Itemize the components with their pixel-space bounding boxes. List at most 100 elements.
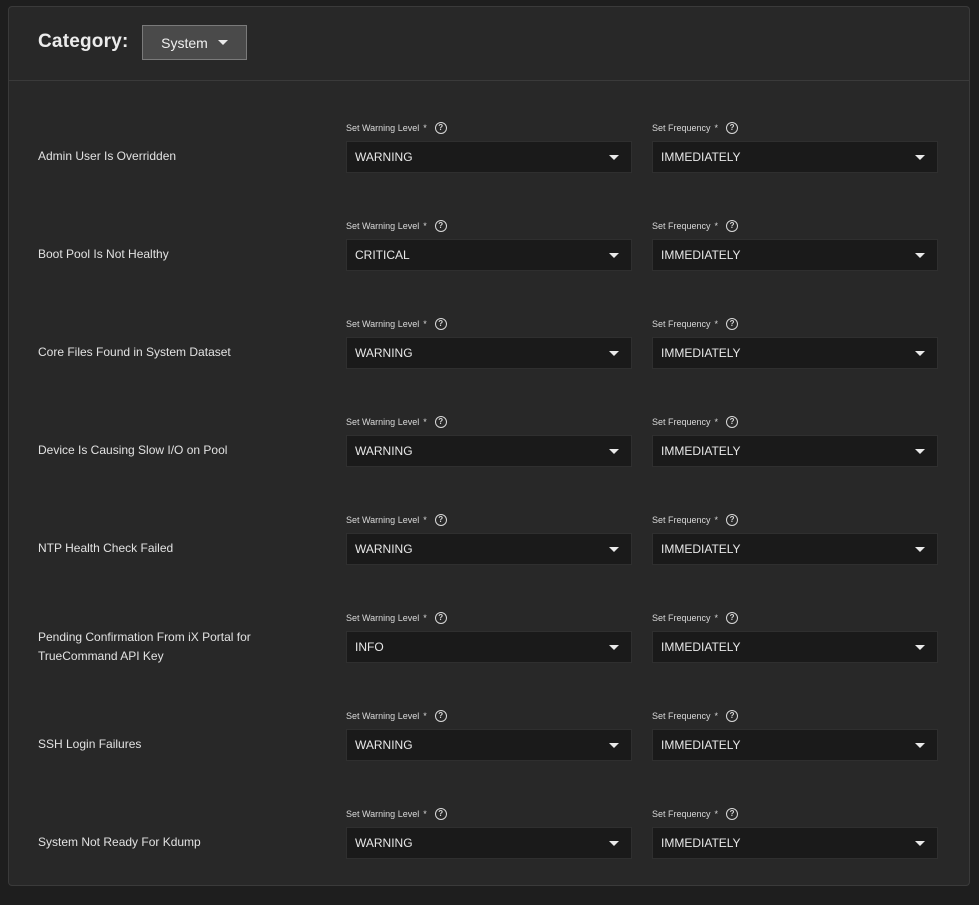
alert-name: Boot Pool Is Not Healthy [38,247,169,261]
warning-level-label: Set Warning Level *? [346,415,447,429]
warning-level-value: WARNING [355,542,413,556]
warning-level-select[interactable]: INFO [346,631,632,663]
required-mark: * [423,809,427,819]
frequency-label: Set Frequency *? [652,709,739,723]
category-select-button[interactable]: System [142,25,247,60]
required-mark: * [423,711,427,721]
frequency-select[interactable]: IMMEDIATELY [652,337,938,369]
frequency-label: Set Frequency *? [652,219,739,233]
warning-level-label: Set Warning Level *? [346,317,447,331]
warning-level-select[interactable]: WARNING [346,435,632,467]
caret-down-icon [609,253,619,258]
frequency-select[interactable]: IMMEDIATELY [652,729,938,761]
required-mark: * [423,417,427,427]
alert-name: System Not Ready For Kdump [38,835,201,849]
frequency-label-text: Set Frequency [652,515,711,525]
alert-settings-card: Category: System Admin User Is Overridde… [8,6,970,886]
warning-level-value: WARNING [355,150,413,164]
frequency-select[interactable]: IMMEDIATELY [652,631,938,663]
help-circle-icon[interactable]: ? [726,514,739,526]
frequency-value: IMMEDIATELY [661,640,741,654]
warning-level-select[interactable]: WARNING [346,337,632,369]
caret-down-icon [915,351,925,356]
category-value: System [161,34,208,51]
alert-row: Pending Confirmation From iX Portal for … [9,611,969,709]
required-mark: * [423,613,427,623]
help-circle-icon[interactable]: ? [726,318,739,330]
caret-down-icon [915,253,925,258]
alert-row: Admin User Is Overridden Set Warning Leve… [9,121,969,219]
required-mark: * [714,319,719,329]
alert-row: Boot Pool Is Not Healthy Set Warning Leve… [9,219,969,317]
warning-level-value: WARNING [355,836,413,850]
warning-level-label-text: Set Warning Level [346,123,420,133]
required-mark: * [423,319,427,329]
warning-level-select[interactable]: WARNING [346,827,632,859]
frequency-value: IMMEDIATELY [661,150,741,164]
required-mark: * [714,613,719,623]
frequency-label: Set Frequency *? [652,611,739,625]
frequency-label: Set Frequency *? [652,513,739,527]
required-mark: * [714,221,719,231]
caret-down-icon [915,155,925,160]
help-circle-icon[interactable]: ? [726,220,739,232]
help-circle-icon[interactable]: ? [434,514,447,526]
warning-level-value: WARNING [355,444,413,458]
frequency-select[interactable]: IMMEDIATELY [652,533,938,565]
help-circle-icon[interactable]: ? [434,612,447,624]
help-circle-icon[interactable]: ? [434,122,447,134]
alert-name: Pending Confirmation From iX Portal for … [38,630,251,663]
frequency-label: Set Frequency *? [652,807,739,821]
alert-row: SSH Login Failures Set Warning Level *? WAR… [9,709,969,807]
caret-down-icon [915,743,925,748]
help-circle-icon[interactable]: ? [726,710,739,722]
warning-level-label-text: Set Warning Level [346,515,420,525]
frequency-label: Set Frequency *? [652,415,739,429]
frequency-label-text: Set Frequency [652,417,711,427]
warning-level-label: Set Warning Level *? [346,709,447,723]
help-circle-icon[interactable]: ? [434,808,447,820]
warning-level-select[interactable]: WARNING [346,533,632,565]
frequency-select[interactable]: IMMEDIATELY [652,435,938,467]
help-circle-icon[interactable]: ? [726,416,739,428]
required-mark: * [423,515,427,525]
help-circle-icon[interactable]: ? [726,808,739,820]
caret-down-icon [217,40,228,45]
warning-level-label: Set Warning Level *? [346,611,447,625]
caret-down-icon [609,645,619,650]
caret-down-icon [915,645,925,650]
warning-level-select[interactable]: WARNING [346,729,632,761]
alert-name: NTP Health Check Failed [38,541,174,555]
required-mark: * [714,515,719,525]
frequency-select[interactable]: IMMEDIATELY [652,239,938,271]
help-circle-icon[interactable]: ? [434,318,447,330]
frequency-label: Set Frequency *? [652,121,739,135]
help-circle-icon[interactable]: ? [726,612,739,624]
frequency-label-text: Set Frequency [652,613,711,623]
frequency-select[interactable]: IMMEDIATELY [652,827,938,859]
caret-down-icon [609,841,619,846]
warning-level-value: WARNING [355,346,413,360]
frequency-label: Set Frequency *? [652,317,739,331]
warning-level-label: Set Warning Level *? [346,807,447,821]
alert-row: Device Is Causing Slow I/O on Pool Set Wa… [9,415,969,513]
alert-name: Device Is Causing Slow I/O on Pool [38,443,228,457]
frequency-select[interactable]: IMMEDIATELY [652,141,938,173]
warning-level-label: Set Warning Level *? [346,219,447,233]
frequency-label-text: Set Frequency [652,711,711,721]
required-mark: * [423,221,427,231]
warning-level-select[interactable]: CRITICAL [346,239,632,271]
help-circle-icon[interactable]: ? [434,710,447,722]
required-mark: * [714,809,719,819]
warning-level-label-text: Set Warning Level [346,221,420,231]
caret-down-icon [609,351,619,356]
alert-row: NTP Health Check Failed Set Warning Level… [9,513,969,611]
caret-down-icon [915,547,925,552]
help-circle-icon[interactable]: ? [434,416,447,428]
help-circle-icon[interactable]: ? [726,122,739,134]
warning-level-select[interactable]: WARNING [346,141,632,173]
caret-down-icon [915,841,925,846]
help-circle-icon[interactable]: ? [434,220,447,232]
frequency-value: IMMEDIATELY [661,444,741,458]
frequency-value: IMMEDIATELY [661,738,741,752]
